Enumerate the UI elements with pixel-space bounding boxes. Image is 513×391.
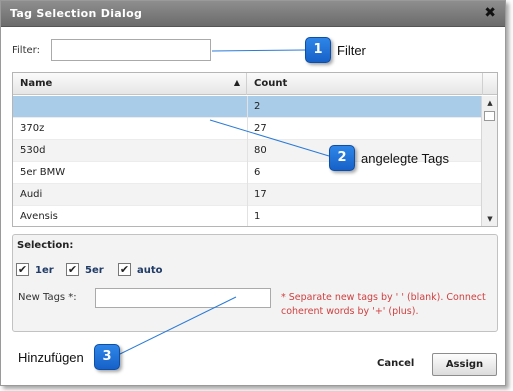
annotation-badge-1: 1 bbox=[305, 37, 331, 63]
scroll-up-icon[interactable]: ▲ bbox=[482, 96, 497, 110]
table-row[interactable]: Avensis 1 bbox=[13, 206, 481, 226]
cancel-button[interactable]: Cancel bbox=[377, 358, 414, 369]
new-tags-label: New Tags *: bbox=[18, 292, 77, 303]
dialog-titlebar[interactable]: Tag Selection Dialog ✖ bbox=[1, 1, 505, 27]
filter-label: Filter: bbox=[12, 45, 40, 56]
cell-name: Avensis bbox=[20, 211, 58, 222]
scroll-down-icon[interactable]: ▼ bbox=[482, 212, 497, 226]
checkbox-1er[interactable]: ✔ bbox=[16, 263, 29, 276]
new-tags-hint: * Separate new tags by ' ' (blank). Conn… bbox=[281, 292, 486, 317]
grid-scrollbar[interactable]: ▲ ▼ bbox=[481, 96, 497, 226]
selection-title: Selection: bbox=[17, 240, 74, 251]
column-header-name[interactable]: Name ▲ bbox=[13, 73, 247, 95]
table-row[interactable]: Audi 17 bbox=[13, 184, 481, 206]
sort-ascending-icon[interactable]: ▲ bbox=[234, 78, 240, 87]
cell-count: 27 bbox=[254, 123, 267, 134]
cell-name: 5er BMW bbox=[20, 167, 66, 178]
cell-name: Audi bbox=[20, 189, 43, 200]
filter-input[interactable] bbox=[51, 39, 211, 61]
table-row[interactable]: 2 bbox=[13, 96, 481, 118]
table-row[interactable]: 370z 27 bbox=[13, 118, 481, 140]
checkbox-label-auto[interactable]: auto bbox=[137, 265, 163, 276]
cell-count: 2 bbox=[254, 101, 261, 112]
annotation-badge-2: 2 bbox=[329, 145, 355, 171]
tag-grid: Name ▲ Count 2 370z 27 530d 80 5er BMW 6… bbox=[12, 72, 498, 227]
column-header-count-label: Count bbox=[254, 78, 288, 89]
grid-header: Name ▲ Count bbox=[13, 73, 497, 95]
annotation-text-2: angelegte Tags bbox=[361, 151, 449, 166]
cell-count: 80 bbox=[254, 145, 267, 156]
close-icon[interactable]: ✖ bbox=[484, 4, 496, 22]
column-header-name-label: Name bbox=[20, 78, 53, 89]
cell-count: 6 bbox=[254, 167, 261, 178]
annotation-badge-3: 3 bbox=[94, 344, 120, 370]
tag-selection-dialog: Tag Selection Dialog ✖ Filter: Name ▲ Co… bbox=[0, 0, 506, 386]
column-header-count[interactable]: Count bbox=[247, 73, 483, 95]
dialog-title: Tag Selection Dialog bbox=[10, 7, 143, 20]
selection-panel: Selection: ✔ 1er ✔ 5er ✔ auto New Tags *… bbox=[12, 234, 498, 332]
checkbox-label-5er[interactable]: 5er bbox=[85, 265, 104, 276]
checkbox-label-1er[interactable]: 1er bbox=[35, 265, 54, 276]
annotation-text-3: Hinzufügen bbox=[18, 350, 84, 365]
cell-name: 370z bbox=[20, 123, 45, 134]
checkbox-auto[interactable]: ✔ bbox=[118, 263, 131, 276]
checkbox-5er[interactable]: ✔ bbox=[66, 263, 79, 276]
cell-count: 17 bbox=[254, 189, 267, 200]
scroll-thumb[interactable] bbox=[484, 111, 495, 121]
assign-button[interactable]: Assign bbox=[432, 353, 497, 376]
annotation-text-1: Filter bbox=[337, 43, 366, 58]
cell-count: 1 bbox=[254, 211, 261, 222]
cell-name: 530d bbox=[20, 145, 46, 156]
new-tags-input[interactable] bbox=[95, 288, 271, 308]
